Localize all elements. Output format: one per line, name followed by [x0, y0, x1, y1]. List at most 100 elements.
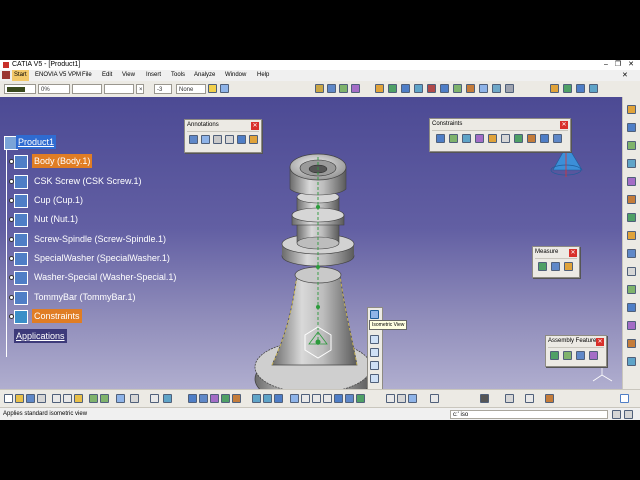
- maximize-button[interactable]: ❐: [612, 60, 624, 70]
- layer-selector[interactable]: None: [176, 84, 206, 94]
- quick-constraint-icon[interactable]: [514, 134, 523, 143]
- snap-icon[interactable]: [375, 84, 384, 93]
- color-selector[interactable]: [4, 84, 36, 94]
- search-icon[interactable]: [163, 394, 172, 403]
- save-management-icon[interactable]: [627, 339, 636, 348]
- tree-root[interactable]: Product1: [0, 135, 180, 150]
- view-mode-icon[interactable]: [334, 394, 343, 403]
- tree-item-label[interactable]: Nut (Nut.1): [32, 212, 80, 226]
- video-icon[interactable]: [480, 394, 489, 403]
- generative-sheet-icon[interactable]: [563, 84, 572, 93]
- offset-constraint-icon[interactable]: [462, 134, 471, 143]
- menu-enovia[interactable]: ENOVIA V5 VPM: [35, 70, 81, 81]
- explode-icon[interactable]: [401, 84, 410, 93]
- coincidence-constraint-icon[interactable]: [436, 134, 445, 143]
- doc-close-icon[interactable]: ✕: [622, 70, 628, 81]
- help-arrow-icon[interactable]: [130, 394, 139, 403]
- view-annotation-icon[interactable]: [237, 135, 246, 144]
- stop-manipulate-icon[interactable]: [414, 84, 423, 93]
- dmu-icon[interactable]: [627, 357, 636, 366]
- power-input[interactable]: c:' iso: [450, 410, 608, 419]
- manipulate-icon[interactable]: [388, 84, 397, 93]
- publish-icon[interactable]: [627, 249, 636, 258]
- print-icon[interactable]: [37, 394, 46, 403]
- navigation-icon[interactable]: [525, 394, 534, 403]
- back-view-icon[interactable]: [370, 348, 379, 357]
- transparency-selector[interactable]: 0%: [38, 84, 70, 94]
- tree-item-label[interactable]: Washer-Special (Washer-Special.1): [32, 270, 178, 284]
- catalog-icon[interactable]: [550, 84, 559, 93]
- graph-tree-icon[interactable]: [492, 84, 501, 93]
- left-view-icon[interactable]: [370, 361, 379, 370]
- spinner-input[interactable]: -3: [154, 84, 172, 94]
- weld-icon[interactable]: [225, 135, 234, 144]
- whats-this-icon[interactable]: [116, 394, 125, 403]
- tree-item[interactable]: Cup (Cup.1): [9, 193, 200, 208]
- normal-view-icon[interactable]: [274, 394, 283, 403]
- zoom-out-icon[interactable]: [263, 394, 272, 403]
- lighting-icon[interactable]: [345, 394, 354, 403]
- tree-item-label[interactable]: Constraints: [32, 309, 82, 323]
- copy-icon[interactable]: [63, 394, 72, 403]
- weight-icon[interactable]: [627, 285, 636, 294]
- measure-inertia-icon[interactable]: [564, 262, 573, 271]
- tree-item-label[interactable]: CSK Screw (CSK Screw.1): [32, 174, 144, 188]
- 3d-viewport[interactable]: Product1 Body (Body.1) CSK Screw (CSK Sc…: [0, 97, 622, 389]
- change-constraint-icon[interactable]: [540, 134, 549, 143]
- capture-icon[interactable]: [249, 135, 258, 144]
- assembly-split-icon[interactable]: [550, 351, 559, 360]
- painter-icon[interactable]: [208, 84, 217, 93]
- grid-icon[interactable]: [545, 394, 554, 403]
- command-clear-icon[interactable]: [612, 410, 621, 419]
- fly-mode-icon[interactable]: [199, 394, 208, 403]
- line-thickness-selector[interactable]: [72, 84, 102, 94]
- tree-item[interactable]: Washer-Special (Washer-Special.1): [9, 270, 200, 285]
- depth-effect-icon[interactable]: [356, 394, 365, 403]
- space-analysis-icon[interactable]: [627, 123, 636, 132]
- assembly-pocket-icon[interactable]: [576, 351, 585, 360]
- command-dialog-icon[interactable]: [624, 410, 633, 419]
- reuse-pattern-icon[interactable]: [466, 84, 475, 93]
- zoom-in-icon[interactable]: [252, 394, 261, 403]
- tree-item[interactable]: Constraints: [9, 309, 200, 324]
- constraints-close-button[interactable]: ✕: [560, 121, 568, 129]
- paste-icon[interactable]: [74, 394, 83, 403]
- tree-item-label[interactable]: TommyBar (TommyBar.1): [32, 290, 138, 304]
- tree-item[interactable]: SpecialWasher (SpecialWasher.1): [9, 251, 200, 266]
- enhanced-scene-icon[interactable]: [627, 231, 636, 240]
- jack-assembly[interactable]: [254, 153, 372, 389]
- scenes-icon[interactable]: [627, 213, 636, 222]
- menu-insert[interactable]: Insert: [146, 70, 161, 81]
- tree-item[interactable]: TommyBar (TommyBar.1): [9, 290, 200, 305]
- new-icon[interactable]: [4, 394, 13, 403]
- annotation-plane-icon[interactable]: [627, 267, 636, 276]
- pan-icon[interactable]: [221, 394, 230, 403]
- annotation-link-icon[interactable]: [213, 135, 222, 144]
- point-type-button[interactable]: ×: [136, 84, 144, 94]
- flag-note-icon[interactable]: [201, 135, 210, 144]
- fix-icon[interactable]: [453, 84, 462, 93]
- annotations-close-button[interactable]: ✕: [251, 122, 259, 130]
- quick-view-icon[interactable]: [290, 394, 299, 403]
- rotate-icon[interactable]: [232, 394, 241, 403]
- menu-window[interactable]: Window: [225, 70, 246, 81]
- menu-file[interactable]: File: [82, 70, 92, 81]
- redo-icon[interactable]: [100, 394, 109, 403]
- swap-visible-space-icon[interactable]: [323, 394, 332, 403]
- create-multi-view-icon[interactable]: [408, 394, 417, 403]
- measure-between-icon[interactable]: [538, 262, 547, 271]
- minimize-button[interactable]: –: [600, 60, 612, 70]
- cut-icon[interactable]: [52, 394, 61, 403]
- tree-item[interactable]: Screw-Spindle (Screw-Spindle.1): [9, 232, 200, 247]
- replace-component-icon[interactable]: [479, 84, 488, 93]
- assembly-remove-icon[interactable]: [589, 351, 598, 360]
- menu-start[interactable]: Start: [12, 70, 29, 81]
- flexible-rigid-icon[interactable]: [527, 134, 536, 143]
- close-button[interactable]: ✕: [625, 60, 637, 70]
- fit-all-icon[interactable]: [210, 394, 219, 403]
- tree-item[interactable]: Nut (Nut.1): [9, 212, 200, 227]
- tree-root-label[interactable]: Product1: [16, 135, 57, 149]
- reuse-pattern-constraint-icon[interactable]: [553, 134, 562, 143]
- fix-component-icon[interactable]: [488, 134, 497, 143]
- menu-view[interactable]: View: [122, 70, 135, 81]
